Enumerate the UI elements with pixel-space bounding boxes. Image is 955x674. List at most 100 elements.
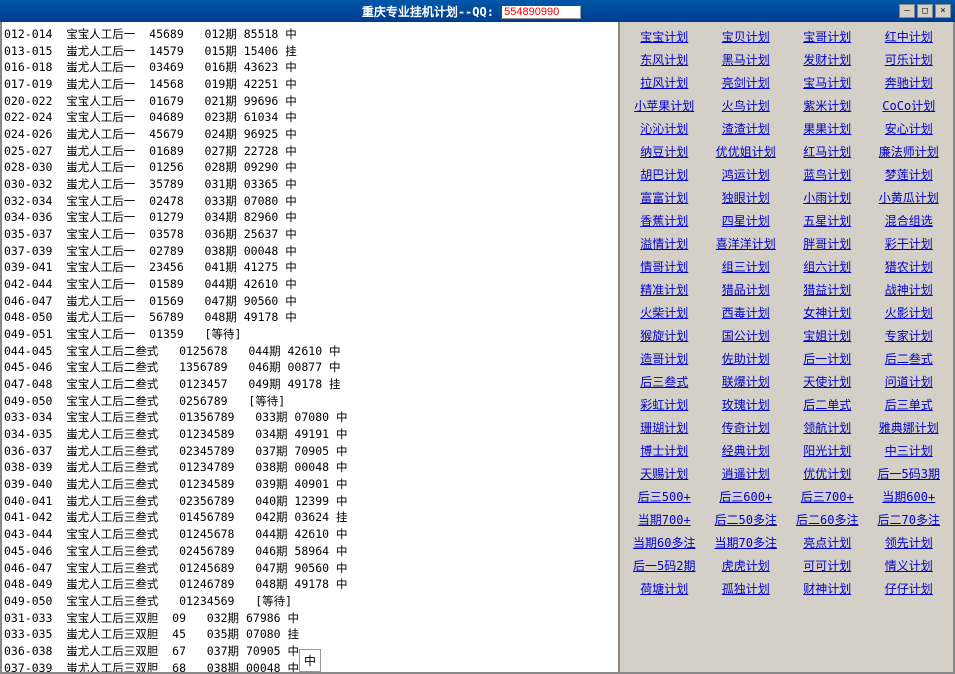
plan-link[interactable]: 孤独计划 xyxy=(706,578,787,599)
plan-link[interactable]: 逍遥计划 xyxy=(706,463,787,484)
plan-link[interactable]: 亮剑计划 xyxy=(706,72,787,93)
plan-link[interactable]: 安心计划 xyxy=(869,118,950,139)
plan-link[interactable]: 猎益计划 xyxy=(787,279,868,300)
plan-link[interactable]: 当期70多注 xyxy=(706,532,787,553)
plan-link[interactable]: 后一计划 xyxy=(787,348,868,369)
plan-link[interactable]: 情义计划 xyxy=(869,555,950,576)
qq-input[interactable] xyxy=(501,5,581,19)
plan-link[interactable]: 宝姐计划 xyxy=(787,325,868,346)
plan-link[interactable]: 小雨计划 xyxy=(787,187,868,208)
plan-link[interactable]: 专家计划 xyxy=(869,325,950,346)
plan-link[interactable]: 东风计划 xyxy=(624,49,705,70)
plan-link[interactable]: 天使计划 xyxy=(787,371,868,392)
plan-link[interactable]: 红中计划 xyxy=(869,26,950,47)
plan-link[interactable]: 荷塘计划 xyxy=(624,578,705,599)
plan-link[interactable]: 后一5码2期 xyxy=(624,555,705,576)
plan-link[interactable]: 火影计划 xyxy=(869,302,950,323)
plan-link[interactable]: 发财计划 xyxy=(787,49,868,70)
plan-link[interactable]: 造哥计划 xyxy=(624,348,705,369)
plan-link[interactable]: 玫瑰计划 xyxy=(706,394,787,415)
plan-link[interactable]: 问道计划 xyxy=(869,371,950,392)
plan-link[interactable]: 财神计划 xyxy=(787,578,868,599)
plan-link[interactable]: 黑马计划 xyxy=(706,49,787,70)
plan-link[interactable]: 廉法师计划 xyxy=(869,141,950,162)
plan-link[interactable]: 优优计划 xyxy=(787,463,868,484)
plan-link[interactable]: 小苹果计划 xyxy=(624,95,705,116)
plan-link[interactable]: 宝哥计划 xyxy=(787,26,868,47)
plan-link[interactable]: 香蕉计划 xyxy=(624,210,705,231)
plan-link[interactable]: 西毒计划 xyxy=(706,302,787,323)
plan-link[interactable]: 传奇计划 xyxy=(706,417,787,438)
plan-link[interactable]: 后二叁式 xyxy=(869,348,950,369)
plan-link[interactable]: 宝贝计划 xyxy=(706,26,787,47)
plan-link[interactable]: 虎虎计划 xyxy=(706,555,787,576)
plan-link[interactable]: 组六计划 xyxy=(787,256,868,277)
plan-link[interactable]: 联爆计划 xyxy=(706,371,787,392)
plan-link[interactable]: 渣渣计划 xyxy=(706,118,787,139)
plan-link[interactable]: CoCo计划 xyxy=(869,95,950,116)
plan-link[interactable]: 后三600+ xyxy=(706,486,787,507)
content-scroll[interactable]: 012-014 宝宝人工后一 45689 012期 85518 中013-015… xyxy=(2,22,618,672)
plan-link[interactable]: 仔仔计划 xyxy=(869,578,950,599)
plan-link[interactable]: 胖哥计划 xyxy=(787,233,868,254)
plan-link[interactable]: 后三叁式 xyxy=(624,371,705,392)
plan-link[interactable]: 红马计划 xyxy=(787,141,868,162)
plan-link[interactable]: 火柴计划 xyxy=(624,302,705,323)
plan-link[interactable]: 当期60多注 xyxy=(624,532,705,553)
plan-link[interactable]: 可可计划 xyxy=(787,555,868,576)
plan-link[interactable]: 紫米计划 xyxy=(787,95,868,116)
plan-link[interactable]: 佐助计划 xyxy=(706,348,787,369)
plan-link[interactable]: 珊瑚计划 xyxy=(624,417,705,438)
plan-link[interactable]: 独眼计划 xyxy=(706,187,787,208)
plan-link[interactable]: 后二50多注 xyxy=(706,509,787,530)
plan-link[interactable]: 胡巴计划 xyxy=(624,164,705,185)
plan-link[interactable]: 后三500+ xyxy=(624,486,705,507)
plan-link[interactable]: 鸿运计划 xyxy=(706,164,787,185)
plan-link[interactable]: 后三700+ xyxy=(787,486,868,507)
plan-link[interactable]: 小黄瓜计划 xyxy=(869,187,950,208)
close-button[interactable]: × xyxy=(935,4,951,18)
plan-link[interactable]: 果果计划 xyxy=(787,118,868,139)
plan-link[interactable]: 当期700+ xyxy=(624,509,705,530)
plan-link[interactable]: 后二70多注 xyxy=(869,509,950,530)
plan-link[interactable]: 宝马计划 xyxy=(787,72,868,93)
plan-link[interactable]: 拉风计划 xyxy=(624,72,705,93)
plan-link[interactable]: 猎农计划 xyxy=(869,256,950,277)
plan-link[interactable]: 彩虹计划 xyxy=(624,394,705,415)
plan-link[interactable]: 五星计划 xyxy=(787,210,868,231)
plan-link[interactable]: 梦莲计划 xyxy=(869,164,950,185)
plan-link[interactable]: 喜洋洋计划 xyxy=(706,233,787,254)
plan-link[interactable]: 奔驰计划 xyxy=(869,72,950,93)
plan-link[interactable]: 组三计划 xyxy=(706,256,787,277)
maximize-button[interactable]: □ xyxy=(917,4,933,18)
plan-link[interactable]: 后二60多注 xyxy=(787,509,868,530)
plan-link[interactable]: 情哥计划 xyxy=(624,256,705,277)
plan-link[interactable]: 女神计划 xyxy=(787,302,868,323)
plan-link[interactable]: 博士计划 xyxy=(624,440,705,461)
plan-link[interactable]: 亮点计划 xyxy=(787,532,868,553)
plan-link[interactable]: 战神计划 xyxy=(869,279,950,300)
plan-link[interactable]: 领航计划 xyxy=(787,417,868,438)
plan-link[interactable]: 火鸟计划 xyxy=(706,95,787,116)
plan-link[interactable]: 当期600+ xyxy=(869,486,950,507)
plan-link[interactable]: 溢情计划 xyxy=(624,233,705,254)
plan-link[interactable]: 猎品计划 xyxy=(706,279,787,300)
plan-link[interactable]: 混合组选 xyxy=(869,210,950,231)
plan-link[interactable]: 蓝鸟计划 xyxy=(787,164,868,185)
plan-link[interactable]: 经典计划 xyxy=(706,440,787,461)
plan-link[interactable]: 彩干计划 xyxy=(869,233,950,254)
plan-link[interactable]: 可乐计划 xyxy=(869,49,950,70)
plan-link[interactable]: 中三计划 xyxy=(869,440,950,461)
plan-link[interactable]: 宝宝计划 xyxy=(624,26,705,47)
plan-link[interactable]: 精准计划 xyxy=(624,279,705,300)
plan-link[interactable]: 后一5码3期 xyxy=(869,463,950,484)
plan-link[interactable]: 后二单式 xyxy=(787,394,868,415)
plan-link[interactable]: 雅典娜计划 xyxy=(869,417,950,438)
plan-link[interactable]: 猴旋计划 xyxy=(624,325,705,346)
plan-link[interactable]: 天赐计划 xyxy=(624,463,705,484)
plan-link[interactable]: 纳豆计划 xyxy=(624,141,705,162)
plan-link[interactable]: 阳光计划 xyxy=(787,440,868,461)
plan-link[interactable]: 国公计划 xyxy=(706,325,787,346)
minimize-button[interactable]: — xyxy=(899,4,915,18)
plan-link[interactable]: 四星计划 xyxy=(706,210,787,231)
